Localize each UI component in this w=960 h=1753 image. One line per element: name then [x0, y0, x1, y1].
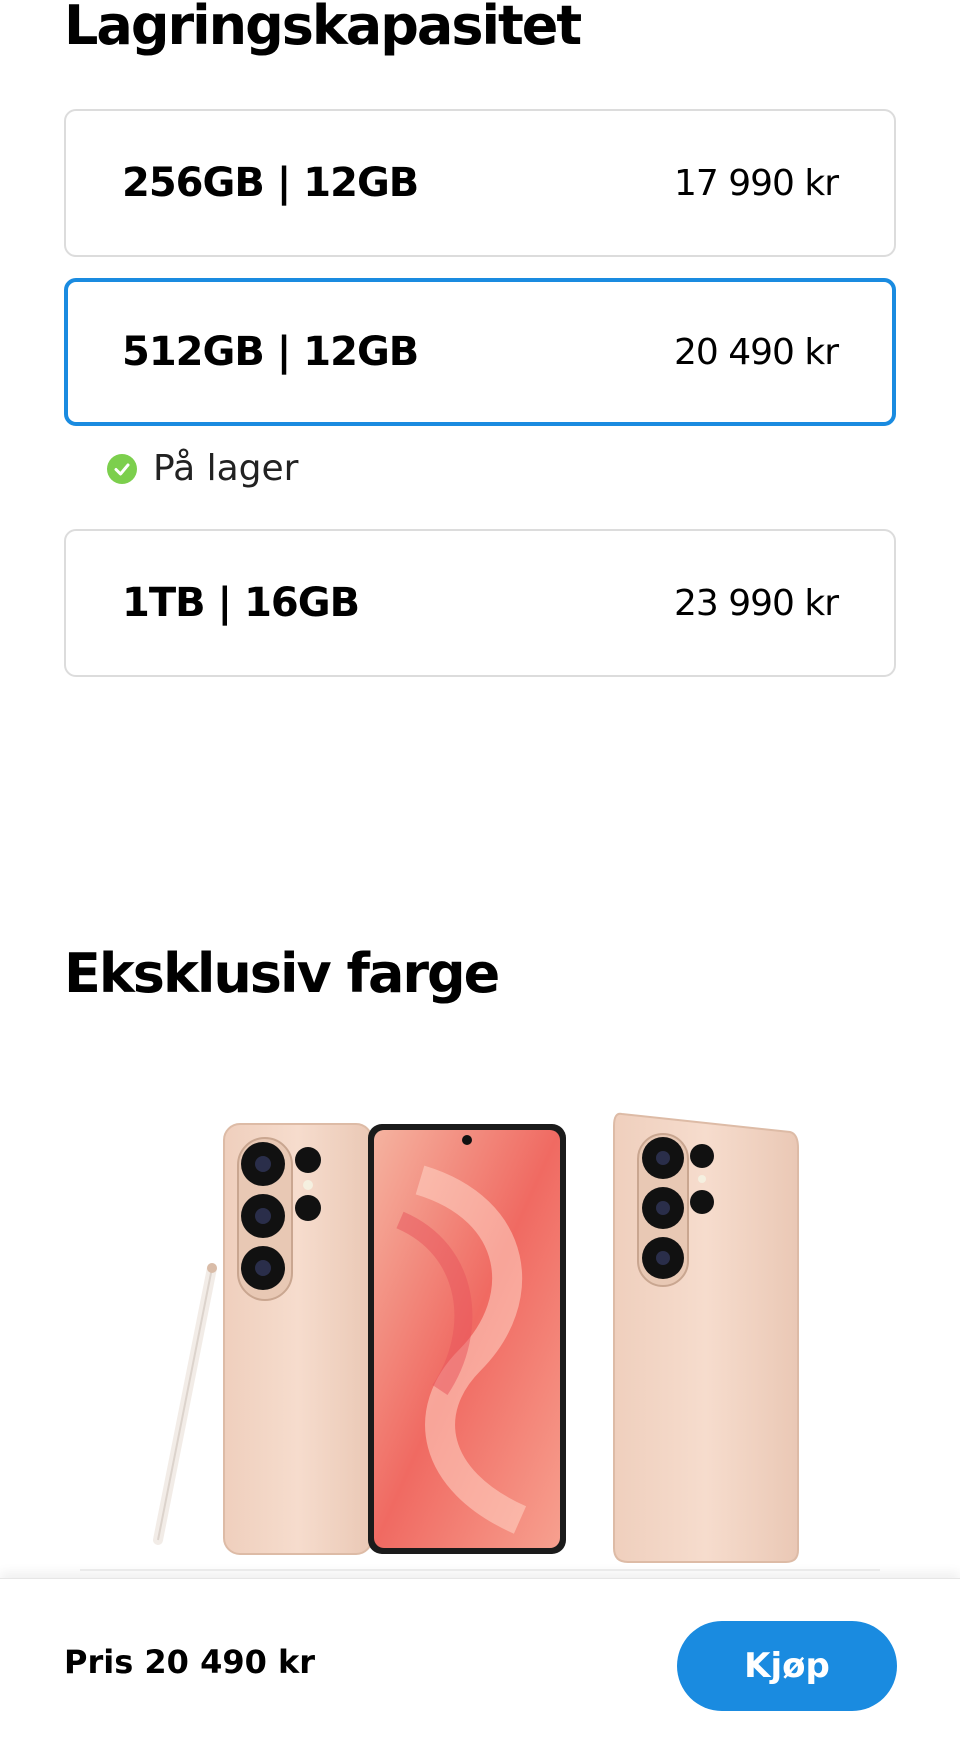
stock-status-text: På lager	[153, 448, 299, 489]
stock-status: På lager	[107, 448, 298, 489]
stylus-icon	[153, 1263, 217, 1545]
phone-back-left-icon	[223, 1123, 373, 1555]
storage-section-title: Lagringskapasitet	[64, 0, 582, 57]
storage-option-512gb[interactable]: 512GB | 12GB 20 490 kr	[64, 278, 896, 426]
storage-option-label: 256GB | 12GB	[122, 160, 419, 206]
purchase-bar: Pris 20 490 kr Kjøp	[0, 1578, 960, 1753]
storage-option-price: 23 990 kr	[673, 582, 839, 624]
phone-back-right-icon	[613, 1112, 799, 1563]
product-image	[0, 1100, 960, 1580]
storage-option-label: 512GB | 12GB	[122, 329, 419, 375]
storage-option-price: 17 990 kr	[673, 162, 839, 204]
storage-option-price: 20 490 kr	[673, 331, 839, 373]
total-price: Pris 20 490 kr	[64, 1643, 316, 1681]
storage-option-1tb[interactable]: 1TB | 16GB 23 990 kr	[64, 529, 896, 677]
phone-front-icon	[368, 1124, 566, 1554]
check-circle-icon	[107, 453, 137, 484]
storage-option-256gb[interactable]: 256GB | 12GB 17 990 kr	[64, 109, 896, 257]
buy-button[interactable]: Kjøp	[677, 1621, 897, 1711]
storage-option-label: 1TB | 16GB	[122, 580, 360, 626]
color-section-title: Eksklusiv farge	[64, 942, 500, 1005]
